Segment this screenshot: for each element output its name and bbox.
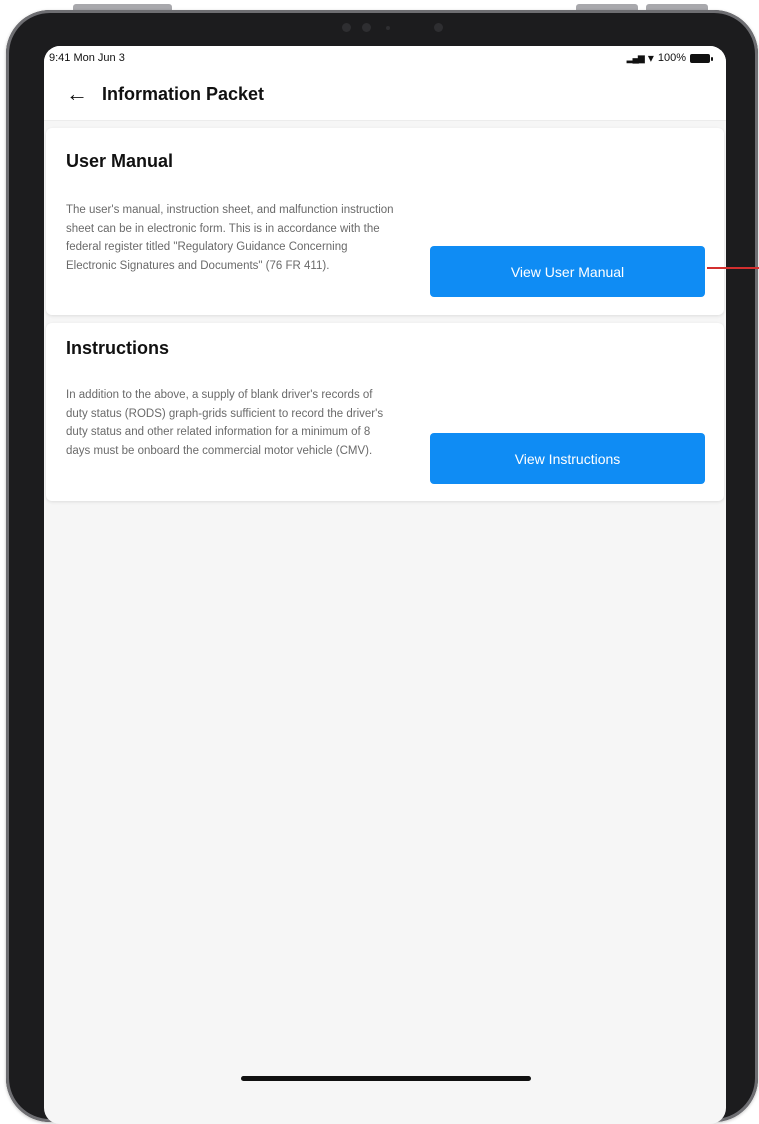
user-manual-card: User Manual The user's manual, instructi… [46,128,724,315]
home-indicator[interactable] [241,1076,531,1081]
status-bar: 9:41 Mon Jun 3 ▂▄▆ ▾ 100% [44,46,726,70]
camera-dot [342,23,351,32]
view-instructions-button[interactable]: View Instructions [430,433,705,484]
signal-icon: ▂▄▆ [626,52,645,63]
status-indicators: ▂▄▆ ▾ 100% [626,51,713,65]
sensor-dot [386,26,390,30]
camera-dot [362,23,371,32]
user-manual-title: User Manual [66,151,174,171]
instructions-card: Instructions In addition to the above, a… [46,323,724,501]
battery-icon [690,53,713,63]
status-time: 9:41 Mon Jun 3 [49,52,125,64]
page: 9:41 Mon Jun 3 ▂▄▆ ▾ 100% ← Information … [0,0,759,1124]
tablet-frame: 9:41 Mon Jun 3 ▂▄▆ ▾ 100% ← Information … [6,10,758,1124]
back-arrow-icon[interactable]: ← [66,80,88,108]
instructions-description: In addition to the above, a supply of bl… [66,389,384,457]
view-user-manual-button[interactable]: View User Manual [430,246,705,297]
camera-dot [434,23,443,32]
battery-percent: 100% [657,52,686,64]
screen: 9:41 Mon Jun 3 ▂▄▆ ▾ 100% ← Information … [44,46,726,1124]
page-title: Information Packet [102,84,265,104]
instructions-title: Instructions [66,338,170,358]
page-header: ← Information Packet [44,70,726,121]
annotation-pointer [707,267,759,269]
user-manual-description: The user's manual, instruction sheet, an… [66,204,394,272]
wifi-icon: ▾ [647,51,654,65]
